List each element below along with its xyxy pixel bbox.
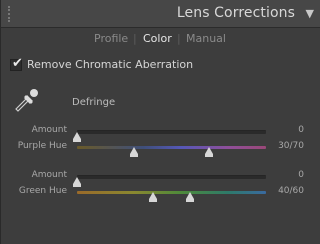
- eyedropper-icon[interactable]: [11, 87, 41, 113]
- remove-chromatic-aberration-label: Remove Chromatic Aberration: [27, 58, 194, 71]
- defringe-label: Defringe: [72, 97, 116, 108]
- purple-hue-slider[interactable]: [77, 146, 266, 157]
- purple-amount-value[interactable]: 0: [298, 125, 304, 135]
- green-amount-thumb[interactable]: [73, 177, 81, 187]
- purple-hue-label: Purple Hue: [17, 141, 67, 151]
- collapse-icon[interactable]: ▼: [306, 7, 314, 20]
- lens-corrections-panel: Lens Corrections ▼ Profile | Color | Man…: [0, 0, 320, 244]
- green-hue-value[interactable]: 40/60: [278, 186, 304, 196]
- tab-color[interactable]: Color: [143, 32, 172, 45]
- green-hue-slider[interactable]: [77, 191, 266, 202]
- green-amount-slider[interactable]: [73, 175, 266, 187]
- checkmark-icon: ✔: [12, 56, 23, 71]
- purple-hue-value[interactable]: 30/70: [278, 141, 304, 151]
- panel-header[interactable]: Lens Corrections ▼: [1, 0, 320, 28]
- tab-manual[interactable]: Manual: [186, 32, 226, 45]
- green-amount-row: Amount 0: [1, 170, 320, 187]
- green-hue-label: Green Hue: [18, 186, 67, 196]
- tab-separator: |: [177, 32, 181, 45]
- purple-hue-row: Purple Hue 30/70: [1, 141, 320, 157]
- purple-amount-row: Amount 0: [1, 125, 320, 142]
- purple-hue-high-thumb[interactable]: [205, 147, 214, 157]
- green-hue-low-thumb[interactable]: [148, 192, 157, 202]
- green-amount-label: Amount: [31, 170, 67, 180]
- green-hue-row: Green Hue 40/60: [1, 186, 320, 202]
- purple-amount-thumb[interactable]: [73, 132, 81, 142]
- tab-separator: |: [133, 32, 137, 45]
- purple-amount-label: Amount: [31, 125, 67, 135]
- tabs: Profile | Color | Manual: [1, 32, 320, 50]
- panel-title: Lens Corrections: [176, 5, 295, 21]
- tab-profile[interactable]: Profile: [94, 32, 128, 45]
- green-amount-value[interactable]: 0: [298, 170, 304, 180]
- drag-handle-icon: [8, 6, 14, 22]
- purple-amount-slider[interactable]: [73, 130, 266, 142]
- remove-chromatic-aberration-checkbox[interactable]: ✔: [10, 56, 23, 71]
- green-hue-high-thumb[interactable]: [186, 192, 195, 202]
- purple-hue-low-thumb[interactable]: [129, 147, 138, 157]
